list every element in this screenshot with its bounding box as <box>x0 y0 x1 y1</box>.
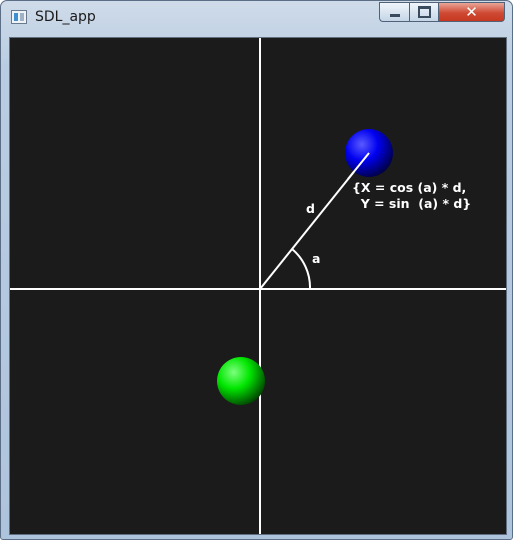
angle-label: a <box>312 251 321 266</box>
green-ball <box>217 357 265 405</box>
scene-svg <box>10 38 506 534</box>
angle-arc <box>291 248 312 290</box>
distance-label: d <box>306 201 315 216</box>
close-icon: ✕ <box>465 2 478 21</box>
window-title: SDL_app <box>35 9 96 25</box>
render-canvas[interactable]: d a {X = cos (a) * d, Y = sin (a) * d} <box>9 37 507 535</box>
formula-line-1: {X = cos (a) * d, <box>352 180 467 195</box>
maximize-icon <box>417 6 431 18</box>
formula-text: {X = cos (a) * d, Y = sin (a) * d} <box>352 180 471 212</box>
title-bar[interactable]: SDL_app ✕ <box>1 1 512 37</box>
minimize-icon <box>389 14 400 17</box>
close-button[interactable]: ✕ <box>439 2 505 22</box>
formula-line-2: Y = sin (a) * d} <box>352 196 472 211</box>
maximize-button[interactable] <box>409 2 439 22</box>
app-icon <box>11 10 27 24</box>
minimize-button[interactable] <box>379 2 409 22</box>
app-window: SDL_app ✕ d a {X = cos (a) * d, Y = sin … <box>0 0 513 540</box>
